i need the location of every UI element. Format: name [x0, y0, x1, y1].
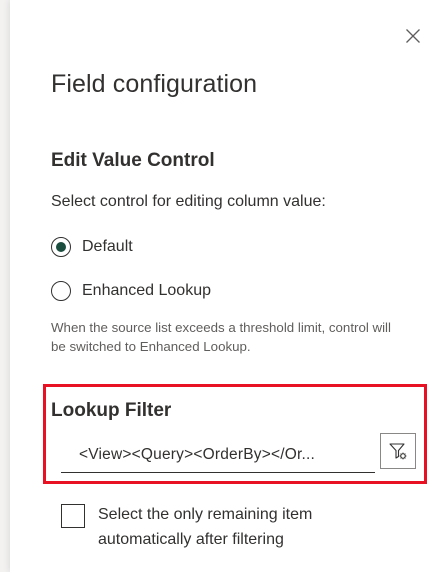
filter-settings-button[interactable]: [380, 433, 416, 469]
field-configuration-panel: Field configuration Edit Value Control S…: [10, 0, 447, 572]
radio-label-default: Default: [82, 238, 133, 255]
radio-label-enhanced-lookup: Enhanced Lookup: [82, 282, 211, 299]
auto-select-checkbox[interactable]: [61, 504, 85, 528]
radio-option-default[interactable]: Default: [51, 237, 133, 257]
auto-select-label: Select the only remaining item automatic…: [98, 506, 313, 548]
radio-option-enhanced-lookup[interactable]: Enhanced Lookup: [51, 281, 211, 301]
panel-title: Field configuration: [51, 70, 258, 98]
auto-select-option[interactable]: Select the only remaining item automatic…: [61, 504, 358, 552]
edit-value-control-heading: Edit Value Control: [51, 150, 215, 171]
lookup-filter-heading: Lookup Filter: [51, 400, 172, 421]
lookup-filter-input[interactable]: <View><Query><OrderBy></Or...: [61, 437, 375, 473]
close-icon: [406, 29, 420, 43]
filter-settings-icon: [389, 443, 407, 460]
edit-value-control-description: Select control for editing column value:: [51, 193, 326, 210]
radio-enhanced-lookup[interactable]: [51, 281, 71, 301]
radio-default[interactable]: [51, 237, 71, 257]
close-button[interactable]: [401, 24, 425, 48]
threshold-hint-text: When the source list exceeds a threshold…: [51, 320, 391, 354]
